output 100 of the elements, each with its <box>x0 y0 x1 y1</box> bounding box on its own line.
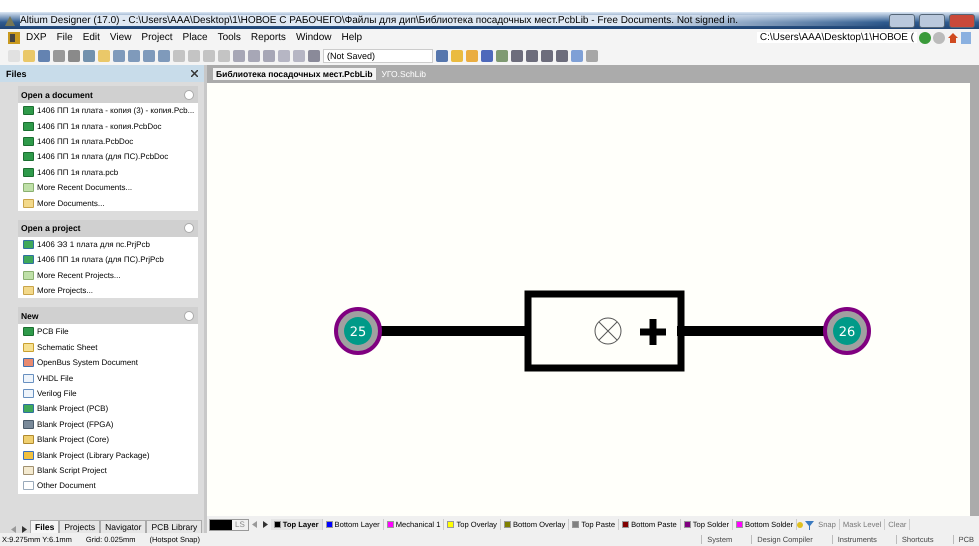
toolbar-icon[interactable] <box>436 50 448 62</box>
panel-link[interactable]: 1406 ЭЗ 1 плата для пс.PrjPcb <box>18 236 198 252</box>
panel-link[interactable]: Schematic Sheet <box>18 340 198 356</box>
section-header[interactable]: Open a document <box>18 86 198 103</box>
scroll-right-icon[interactable] <box>22 526 27 533</box>
collapse-icon[interactable] <box>184 310 194 321</box>
app-menu-icon[interactable] <box>8 32 20 44</box>
toolbar-icon[interactable] <box>541 50 553 62</box>
chip-icon <box>23 420 34 429</box>
scroll-left-icon[interactable] <box>11 526 16 533</box>
panel-link[interactable]: More Projects... <box>18 282 198 298</box>
panel-link[interactable]: More Documents... <box>18 195 198 211</box>
project-icon <box>23 240 34 249</box>
toolbar-icon[interactable] <box>68 50 80 62</box>
section-title: New <box>21 310 38 321</box>
toolbar-icon[interactable] <box>248 50 260 62</box>
panel-link[interactable]: More Recent Documents... <box>18 180 198 196</box>
panel-link[interactable]: More Recent Projects... <box>18 268 198 283</box>
minimize-button[interactable] <box>889 14 915 28</box>
panel-link[interactable]: Blank Script Project <box>18 462 198 478</box>
panel-link[interactable]: 1406 ПП 1я плата.PcbDoc <box>18 134 198 150</box>
section-header[interactable]: Open a project <box>18 220 198 237</box>
board-icon <box>23 106 34 116</box>
folder-icon <box>23 270 34 280</box>
panel-link[interactable]: OpenBus System Document <box>18 355 198 370</box>
scroll-right-icon[interactable] <box>262 521 268 528</box>
panel-link[interactable]: 1406 ПП 1я плата (для ПС).PcbDoc <box>18 149 198 165</box>
variant-dropdown[interactable]: (Not Saved) <box>323 48 433 62</box>
document-icon <box>23 374 34 383</box>
panel-link[interactable]: Blank Project (Library Package) <box>18 447 198 463</box>
toolbar-icon[interactable] <box>128 50 140 62</box>
toolbar-icon[interactable] <box>586 50 598 62</box>
menu-item[interactable]: Edit <box>78 32 104 43</box>
panel-link[interactable]: Blank Project (PCB) <box>18 401 198 417</box>
toolbar-icon[interactable] <box>556 50 568 62</box>
toolbar-icon[interactable] <box>308 50 320 62</box>
panel-tab[interactable]: Projects <box>59 520 100 533</box>
pad: 25 <box>334 307 382 355</box>
toolbar-icon[interactable] <box>481 50 493 62</box>
address-field[interactable]: C:\Users\AAA\Desktop\1\НОВОЕ ( <box>756 32 917 43</box>
cube-icon <box>23 435 34 444</box>
back-icon[interactable] <box>919 32 931 44</box>
toolbar-icon[interactable] <box>571 50 583 62</box>
filter-icon[interactable] <box>797 520 816 530</box>
scroll-left-icon[interactable] <box>252 521 257 528</box>
toolbar-icon[interactable] <box>38 50 50 62</box>
panel-link[interactable]: Blank Project (FPGA) <box>18 416 198 432</box>
toolbar-icon[interactable] <box>511 50 523 62</box>
forward-icon[interactable] <box>933 32 945 44</box>
menu-item[interactable]: Window <box>292 32 336 43</box>
toolbar-icon[interactable] <box>53 50 65 62</box>
folder-icon <box>23 198 34 208</box>
toolbar-icon[interactable] <box>113 50 125 62</box>
board-icon <box>23 327 34 336</box>
script-icon <box>23 466 34 475</box>
panel-link[interactable]: 1406 ПП 1я плата.pcb <box>18 164 198 180</box>
collapse-icon[interactable] <box>184 223 194 234</box>
toolbar-icon[interactable] <box>263 50 275 62</box>
document-icon[interactable] <box>961 32 971 44</box>
menu-item[interactable]: Reports <box>246 32 290 43</box>
home-icon[interactable] <box>947 32 959 44</box>
menu-item[interactable]: Place <box>178 32 212 43</box>
board-icon <box>23 136 34 146</box>
toolbar-icon[interactable] <box>496 50 508 62</box>
pad: 26 <box>823 307 871 355</box>
menu-item[interactable]: Tools <box>214 32 245 43</box>
toolbar-icon[interactable] <box>143 50 155 62</box>
panel-link[interactable]: 1406 ПП 1я плата - копия (3) - копия.Pcb... <box>18 103 198 118</box>
collapse-icon[interactable] <box>184 90 194 100</box>
panel-link[interactable]: 1406 ПП 1я плата - копия.PcbDoc <box>18 118 198 134</box>
sheet-icon <box>23 342 34 352</box>
panel-link[interactable]: PCB File <box>18 324 198 340</box>
panel-tab[interactable]: PCB Library <box>146 520 202 533</box>
board-icon <box>23 152 34 162</box>
toolbar-icon[interactable] <box>158 50 170 62</box>
menu-item[interactable]: Project <box>137 32 177 43</box>
app-logo-icon <box>4 14 16 26</box>
document-icon <box>23 481 34 490</box>
section-title: Open a project <box>21 223 81 234</box>
toolbar-icon[interactable] <box>233 50 245 62</box>
maximize-button[interactable] <box>919 14 945 28</box>
toolbar-icon[interactable] <box>83 50 95 62</box>
document-tab[interactable]: Библиотека посадочных мест.PcbLib <box>213 68 376 80</box>
panel-link[interactable]: VHDL File <box>18 370 198 386</box>
folder-icon <box>23 286 34 296</box>
panel-tab[interactable]: Navigator <box>100 520 146 533</box>
close-button[interactable] <box>949 14 975 28</box>
panel-link[interactable]: Blank Project (Core) <box>18 432 198 448</box>
menu-item[interactable]: File <box>52 32 77 43</box>
panel-link[interactable]: 1406 ПП 1я плата (для ПС).PrjPcb <box>18 252 198 268</box>
panel-tab[interactable]: Files <box>30 520 60 533</box>
menu-item[interactable]: Help <box>338 32 366 43</box>
board-icon <box>23 168 34 177</box>
toolbar-icon[interactable] <box>526 50 538 62</box>
close-icon[interactable] <box>191 70 198 77</box>
section-header[interactable]: New <box>18 307 198 324</box>
panel-link[interactable]: Other Document <box>18 478 198 494</box>
panel-link[interactable]: Verilog File <box>18 386 198 402</box>
menu-item[interactable]: View <box>106 32 136 43</box>
menu-item[interactable]: DXP <box>22 32 51 43</box>
